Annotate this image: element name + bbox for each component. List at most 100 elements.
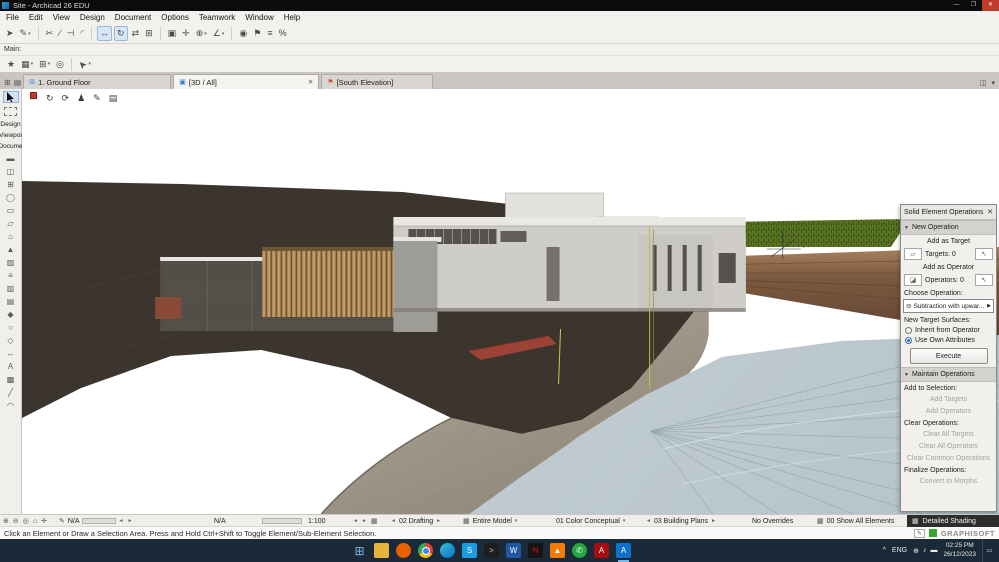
red-box[interactable]	[155, 297, 182, 319]
prev-arrow-icon[interactable]: ◄	[119, 518, 124, 524]
column-tool-icon[interactable]: ◯	[6, 191, 15, 204]
split-icon[interactable]: ∕	[57, 26, 63, 41]
panel-titlebar[interactable]: Solid Element Operations ✕	[901, 205, 996, 220]
pen-set-icon[interactable]: ✎	[59, 517, 65, 525]
volume-icon[interactable]: ♪	[923, 547, 927, 554]
trim-icon[interactable]: ✂	[44, 26, 56, 41]
zoom-out-icon[interactable]: ⊖	[13, 517, 19, 525]
taskbar-whatsapp[interactable]: ✆	[572, 543, 587, 558]
clear-all-operators-button[interactable]: Clear All Operators	[901, 440, 996, 452]
model-filter-arrow-icon[interactable]: ▾	[515, 518, 518, 524]
taskbar-chrome[interactable]	[418, 543, 433, 558]
edit-icon[interactable]: ✎	[93, 93, 101, 104]
drafting-layer[interactable]: 02 Drafting	[399, 518, 433, 525]
notes-icon[interactable]: ▤	[109, 93, 118, 104]
pick-operator-icon[interactable]: ↖	[975, 274, 993, 286]
model-filter-icon[interactable]: ▦	[463, 517, 470, 525]
gravity-icon[interactable]: ⊕ ▾	[194, 26, 209, 41]
minimize-button[interactable]: —	[948, 0, 965, 11]
clear-common-operations-button[interactable]: Clear Common Operations	[901, 452, 996, 464]
model-filter[interactable]: Entire Model	[473, 518, 512, 525]
dimension-tool-icon[interactable]: ↔	[6, 347, 14, 360]
lamp-tool-icon[interactable]: ○	[8, 321, 13, 334]
left-building[interactable]	[155, 247, 401, 331]
morph-tool-icon[interactable]: ◇	[7, 334, 13, 347]
arrow-tool[interactable]: ➤ ▾	[76, 57, 93, 72]
taskbar-firefox[interactable]	[396, 543, 411, 558]
forward-arrow-icon[interactable]: ►	[362, 518, 367, 524]
guide-lines-icon[interactable]: ∠ ▾	[211, 26, 227, 41]
inherit-from-operator-option[interactable]: Inherit from Operator	[901, 325, 996, 335]
maximize-button[interactable]: ❐	[965, 0, 982, 11]
taskbar-archicad[interactable]: A	[616, 543, 631, 562]
taskbar-skype[interactable]: S	[462, 543, 477, 558]
layer-next-icon[interactable]: ►	[436, 518, 441, 524]
panel-close-icon[interactable]: ✕	[987, 208, 993, 216]
dropdown-arrow-icon[interactable]: ▾	[48, 61, 51, 67]
zoom-slider[interactable]	[81, 518, 116, 524]
battery-icon[interactable]: ▬	[930, 547, 937, 554]
action-center-icon[interactable]: ▭	[982, 539, 996, 562]
add-as-operator-button[interactable]: Add as Operator	[901, 261, 996, 273]
zoom-level-icon[interactable]: %	[277, 26, 289, 41]
menu-view[interactable]: View	[48, 13, 75, 22]
explore-icon[interactable]: ⟳	[62, 93, 70, 104]
3d-viewport[interactable]: x y ↻ ⟳ ♟ ✎ ▤ Solid Element Operations ✕ ▼ N…	[22, 89, 999, 514]
overrides-value[interactable]: No Overrides	[752, 518, 793, 525]
fit-view-icon[interactable]: ◎	[23, 517, 29, 525]
scale-value[interactable]: 1:100	[308, 518, 326, 525]
mirror-icon[interactable]: ⇄	[130, 26, 142, 41]
pen-set-arrow-icon[interactable]: ▾	[623, 518, 626, 524]
maintain-operations-header[interactable]: ▼ Maintain Operations	[901, 367, 996, 382]
toolbox-section-design[interactable]: Design	[0, 121, 20, 128]
tray-expand-icon[interactable]: ^	[883, 547, 886, 554]
door-tool-icon[interactable]: ◫	[7, 165, 15, 178]
taskbar-clock[interactable]: 02:25 PM 26/12/2023	[943, 542, 976, 558]
project-chooser-icon[interactable]: ⊞	[4, 78, 11, 87]
dropdown-arrow-icon[interactable]: ▾	[31, 61, 34, 67]
menu-file[interactable]: File	[1, 13, 24, 22]
magic-wand-icon[interactable]: ✛	[180, 26, 192, 41]
markup-icon[interactable]: ⚑	[251, 26, 263, 41]
close-button[interactable]: ✕	[982, 0, 999, 11]
slab-tool-icon[interactable]: ▱	[7, 217, 13, 230]
tab-3d-all[interactable]: ▣ [3D / All] ✕	[173, 74, 320, 89]
tab-menu-icon[interactable]: ▾	[991, 79, 995, 87]
orientation-slider[interactable]	[262, 518, 302, 524]
zone-tool-icon[interactable]: ▨	[7, 256, 15, 269]
curtain-wall-tool-icon[interactable]: ▤	[7, 295, 15, 308]
taskbar-edge[interactable]	[440, 543, 455, 558]
pan-icon[interactable]: ✛	[41, 517, 47, 525]
group-icon[interactable]: ▣	[166, 26, 179, 41]
layer-combo-prev-icon[interactable]: ◄	[646, 518, 651, 524]
grid-icon[interactable]: ▦	[371, 517, 378, 525]
menu-design[interactable]: Design	[75, 13, 110, 22]
clear-all-targets-button[interactable]: Clear All Targets	[901, 428, 996, 440]
network-icon[interactable]: ⊕	[913, 547, 919, 555]
snap-guides-icon[interactable]: ⊞ ▾	[37, 57, 52, 72]
radio-unselected-icon[interactable]	[905, 326, 912, 334]
taskbar-acrobat[interactable]: A	[594, 543, 609, 558]
convert-to-morphs-button[interactable]: Convert to Morphs	[901, 475, 996, 487]
tab-ground-floor[interactable]: ⊞ 1. Ground Floor	[23, 74, 172, 89]
menu-document[interactable]: Document	[110, 13, 156, 22]
fillet-icon[interactable]: ◜	[79, 26, 87, 41]
wooden-screen[interactable]	[262, 247, 395, 317]
wall-tool-icon[interactable]: ▬	[6, 152, 14, 165]
stair-tool-icon[interactable]: ≡	[8, 269, 13, 282]
next-arrow-icon[interactable]: ►	[128, 518, 133, 524]
tab-list-icon[interactable]: ◫	[980, 79, 987, 87]
execute-button[interactable]: Execute	[909, 348, 988, 364]
taskbar-vlc[interactable]: ▲	[550, 543, 565, 558]
add-targets-button[interactable]: Add Targets	[901, 393, 996, 405]
object-tool-icon[interactable]: ◆	[7, 308, 13, 321]
railing-tool-icon[interactable]: ▥	[7, 282, 15, 295]
zoom-value[interactable]: N/A	[68, 518, 80, 525]
taskbar-file-explorer[interactable]	[374, 543, 389, 558]
add-operators-button[interactable]: Add Operators	[901, 405, 996, 417]
pen-icon[interactable]: ✎ ▾	[18, 26, 33, 41]
marquee-tool[interactable]	[4, 107, 17, 116]
zoom-in-icon[interactable]: ⊕	[3, 517, 9, 525]
grid-snap-icon[interactable]: ▦ ▾	[19, 57, 35, 72]
element-filter-icon[interactable]: ▦	[817, 517, 824, 525]
